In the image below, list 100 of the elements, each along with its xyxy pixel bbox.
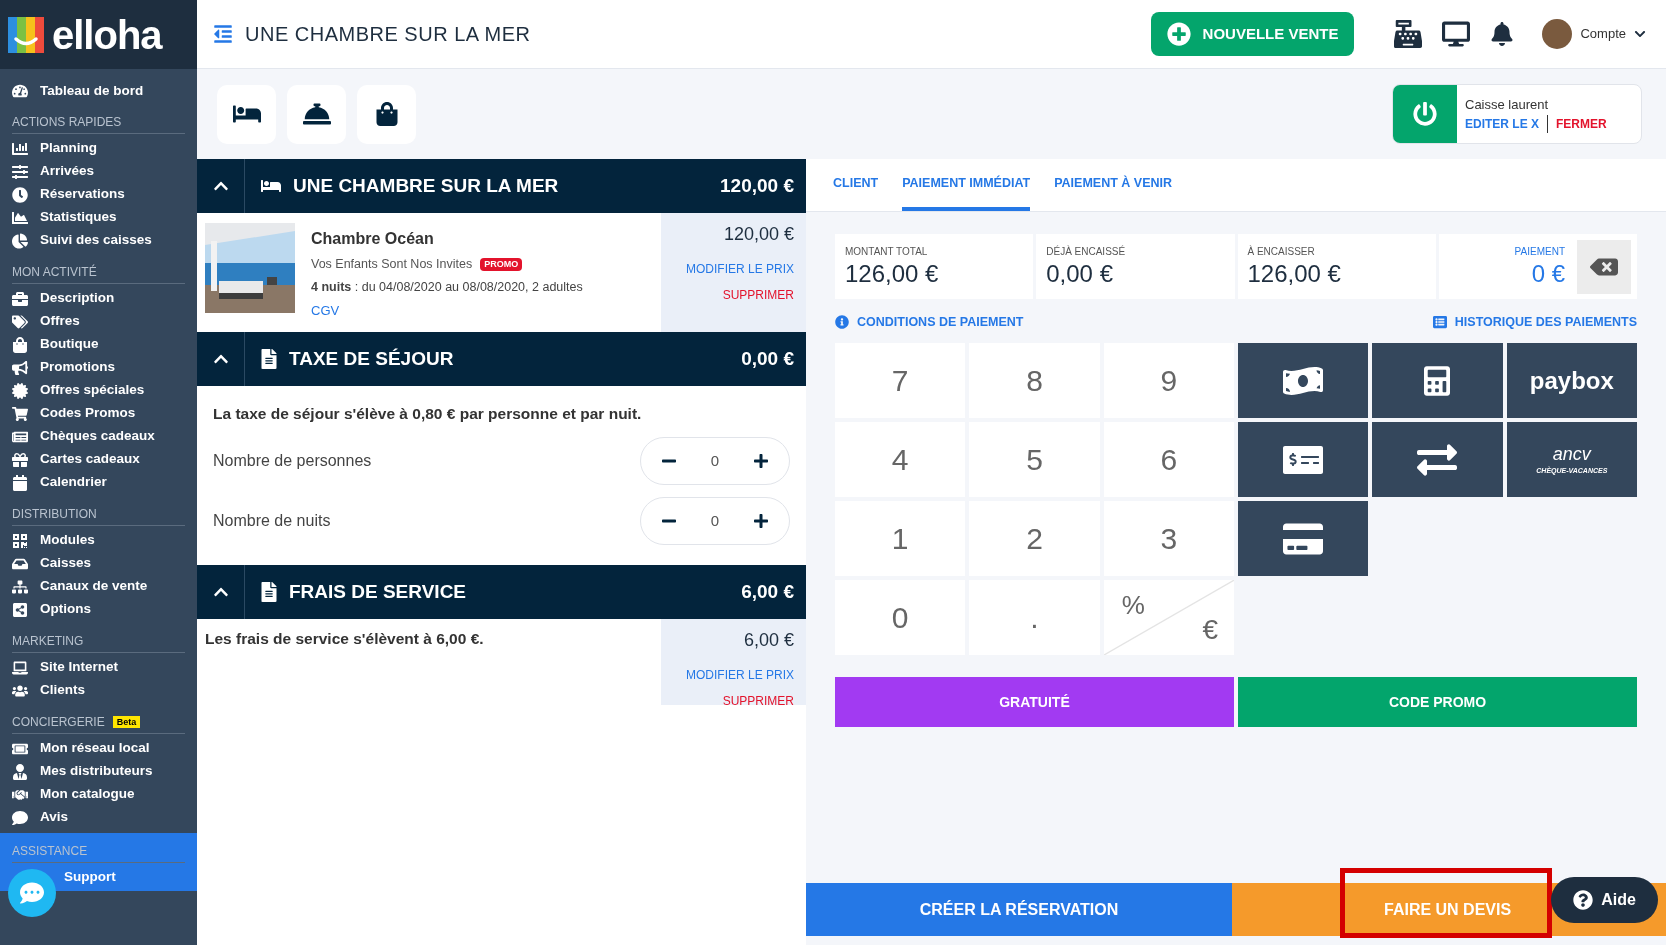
keypad-key[interactable]: 5 bbox=[969, 422, 1100, 497]
sidebar-item[interactable]: Mes distributeurs bbox=[12, 760, 185, 783]
summary-label: MONTANT TOTAL bbox=[845, 245, 929, 259]
sidebar-item[interactable]: Cartes cadeaux bbox=[12, 448, 185, 471]
keypad-key[interactable]: 9 bbox=[1103, 343, 1234, 418]
sidebar-item[interactable]: Offres bbox=[12, 310, 185, 333]
account-menu[interactable]: Compte bbox=[1580, 24, 1626, 44]
sidebar-item[interactable]: Mon réseau local bbox=[12, 737, 185, 760]
sidebar-item[interactable]: Arrivées bbox=[12, 160, 185, 183]
promo-badge: PROMO bbox=[480, 257, 523, 272]
sidebar-item[interactable]: Boutique bbox=[12, 333, 185, 356]
category-button[interactable] bbox=[287, 84, 346, 144]
sidebar-item[interactable]: Canaux de vente bbox=[12, 575, 185, 598]
keypad-key[interactable]: 2 bbox=[969, 501, 1100, 576]
payment-conditions-link[interactable]: CONDITIONS DE PAIEMENT bbox=[835, 312, 1024, 332]
sidebar-item[interactable]: Suivi des caisses bbox=[12, 229, 185, 252]
share-icon bbox=[12, 601, 28, 618]
delete-link[interactable]: SUPPRIMER bbox=[722, 286, 794, 304]
section-title: ASSISTANCE bbox=[12, 843, 88, 860]
category-button[interactable] bbox=[217, 84, 276, 144]
document-icon bbox=[261, 349, 277, 369]
sidebar-item[interactable]: Promotions bbox=[12, 356, 185, 379]
sidebar-item[interactable]: Mon catalogue bbox=[12, 783, 185, 806]
fee-note: Les frais de service s'élèvent à 6,00 €. bbox=[205, 629, 485, 649]
keypad-key[interactable]: 4 bbox=[835, 422, 966, 497]
sidebar-item[interactable]: Codes Promos bbox=[12, 402, 185, 425]
chat-button[interactable] bbox=[8, 869, 56, 917]
bag-icon bbox=[374, 102, 399, 126]
sidebar-item[interactable]: Avis bbox=[12, 806, 185, 829]
keypad-key[interactable]: 6 bbox=[1103, 422, 1234, 497]
sidebar-item[interactable]: Planning bbox=[12, 137, 185, 160]
keypad-key[interactable]: 8 bbox=[969, 343, 1100, 418]
edit-price-link[interactable]: MODIFIER LE PRIX bbox=[685, 666, 794, 684]
payment-amount-field[interactable]: PAIEMENT 0 € bbox=[1438, 234, 1637, 299]
payment-amount: 0 € bbox=[1531, 259, 1565, 289]
payment-tab[interactable]: CLIENT bbox=[833, 159, 879, 211]
power-icon[interactable] bbox=[1413, 102, 1437, 126]
dashboard-icon bbox=[12, 83, 28, 99]
caret-icon bbox=[1634, 28, 1646, 40]
edit-report-link[interactable]: EDITER LE X bbox=[1465, 114, 1548, 133]
sidebar-item[interactable]: Options bbox=[12, 598, 185, 621]
payment-method-button[interactable] bbox=[1238, 501, 1369, 576]
keypad-key[interactable]: 0 bbox=[835, 580, 966, 655]
section-title: FRAIS DE SERVICE bbox=[289, 579, 467, 604]
create-booking-button[interactable]: CRÉER LA RÉSERVATION bbox=[806, 883, 1232, 936]
payment-method-button[interactable] bbox=[1372, 422, 1503, 497]
sidebar-item[interactable]: Tableau de bord bbox=[0, 78, 197, 104]
sidebar-item[interactable]: Clients bbox=[12, 679, 185, 702]
counter-label: Nombre de personnes bbox=[213, 451, 372, 472]
help-button[interactable]: Aide bbox=[1551, 877, 1658, 923]
keypad-key[interactable]: . bbox=[969, 580, 1100, 655]
payment-tab[interactable]: PAIEMENT IMMÉDIAT bbox=[902, 159, 1031, 211]
menu-toggle-icon[interactable] bbox=[213, 24, 233, 44]
keypad-key[interactable]: 3 bbox=[1103, 501, 1234, 576]
payment-method-button[interactable] bbox=[1372, 343, 1503, 418]
sidebar-item[interactable]: Caisses bbox=[12, 552, 185, 575]
free-button[interactable]: GRATUITÉ bbox=[835, 677, 1234, 727]
section-total: 6,00 € bbox=[741, 579, 795, 604]
plus-icon[interactable] bbox=[753, 453, 769, 470]
terms-link[interactable]: CGV bbox=[311, 300, 583, 320]
sidebar-item[interactable]: Support bbox=[64, 866, 116, 889]
edit-price-link[interactable]: MODIFIER LE PRIX bbox=[685, 260, 794, 278]
payment-history-link[interactable]: HISTORIQUE DES PAIEMENTS bbox=[1432, 312, 1637, 332]
payment-method-button[interactable] bbox=[1238, 343, 1369, 418]
percent-euro-toggle[interactable]: % € bbox=[1103, 580, 1234, 655]
cash-register-icon[interactable] bbox=[1394, 20, 1423, 48]
plus-icon[interactable] bbox=[753, 513, 769, 530]
category-button[interactable] bbox=[357, 84, 416, 144]
payment-method-button[interactable] bbox=[1238, 422, 1369, 497]
monitor-icon[interactable] bbox=[1442, 20, 1471, 48]
backspace-button[interactable] bbox=[1577, 239, 1631, 294]
sidebar-item[interactable]: Calendrier bbox=[12, 471, 185, 494]
sidebar-item[interactable]: Modules bbox=[12, 529, 185, 552]
sidebar-item[interactable]: Offres spéciales bbox=[12, 379, 185, 402]
product-name: Chambre Océan bbox=[311, 229, 435, 249]
delete-link[interactable]: SUPPRIMER bbox=[722, 692, 794, 710]
clock-icon bbox=[12, 186, 28, 203]
sidebar-item[interactable]: Réservations bbox=[12, 183, 185, 206]
list-icon bbox=[1432, 315, 1447, 329]
section-title: ACTIONS RAPIDES bbox=[12, 114, 122, 131]
page-title: UNE CHAMBRE SUR LA MER bbox=[245, 22, 531, 47]
sidebar-item[interactable]: Description bbox=[12, 287, 185, 310]
keypad-key[interactable]: 1 bbox=[835, 501, 966, 576]
close-register-link[interactable]: FERMER bbox=[1548, 114, 1607, 133]
sidebar-item[interactable]: Site Internet bbox=[12, 656, 185, 679]
sidebar-item[interactable]: Statistiques bbox=[12, 206, 185, 229]
info-icon bbox=[835, 315, 849, 329]
calendar-icon bbox=[12, 474, 28, 491]
person-icon bbox=[12, 763, 28, 780]
sidebar-item[interactable]: Chèques cadeaux bbox=[12, 425, 185, 448]
payment-tab[interactable]: PAIEMENT À VENIR bbox=[1054, 159, 1172, 211]
qr-code-icon bbox=[12, 532, 28, 549]
beta-badge: Beta bbox=[112, 716, 141, 728]
avatar[interactable] bbox=[1542, 19, 1573, 49]
payment-method-button[interactable]: paybox bbox=[1506, 343, 1637, 418]
keypad-key[interactable]: 7 bbox=[835, 343, 966, 418]
summary-label: PAIEMENT bbox=[1514, 245, 1565, 259]
section-title: UNE CHAMBRE SUR LA MER bbox=[293, 173, 559, 198]
bell-icon[interactable] bbox=[1490, 22, 1515, 46]
badge-icon bbox=[12, 382, 28, 399]
